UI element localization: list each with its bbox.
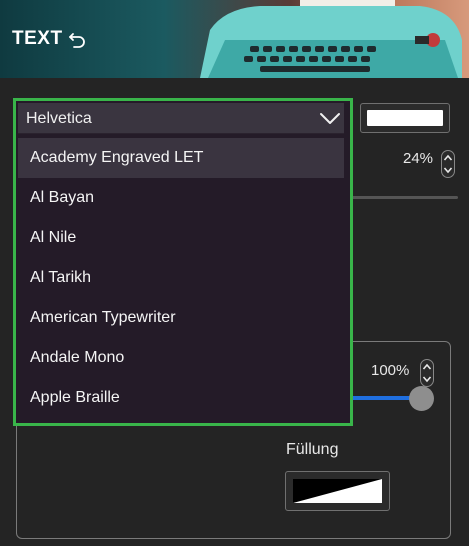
opacity-slider-track[interactable]	[346, 196, 458, 199]
font-options-list: Academy Engraved LET Al Bayan Al Nile Al…	[18, 138, 344, 418]
text-color-swatch[interactable]	[360, 103, 450, 133]
page-title: TEXT	[12, 28, 63, 49]
slider-value: 100%	[371, 362, 410, 379]
opacity-value: 24%	[403, 150, 434, 167]
gradient-fill-preview	[293, 479, 382, 503]
undo-icon[interactable]	[67, 29, 87, 49]
font-option[interactable]: Al Bayan	[18, 178, 344, 218]
font-option[interactable]: Al Tarikh	[18, 258, 344, 298]
slider-stepper[interactable]	[420, 359, 434, 387]
font-option[interactable]: Al Nile	[18, 218, 344, 258]
font-select[interactable]: Helvetica	[18, 103, 344, 134]
font-select-value: Helvetica	[26, 110, 92, 127]
chevron-down-icon[interactable]	[319, 112, 341, 126]
font-option[interactable]: Andale Mono	[18, 338, 344, 378]
fill-label: Füllung	[286, 441, 339, 458]
font-option[interactable]: American Typewriter	[18, 298, 344, 338]
font-option[interactable]: Apple Braille	[18, 378, 344, 418]
text-color-fill	[367, 110, 443, 126]
font-option[interactable]: Academy Engraved LET	[18, 138, 344, 178]
fill-swatch[interactable]	[285, 471, 390, 511]
slider-knob[interactable]	[409, 386, 434, 411]
opacity-stepper[interactable]	[441, 150, 455, 178]
font-dropdown[interactable]: Helvetica Academy Engraved LET Al Bayan …	[13, 98, 353, 426]
header-banner: TEXT	[0, 0, 469, 78]
